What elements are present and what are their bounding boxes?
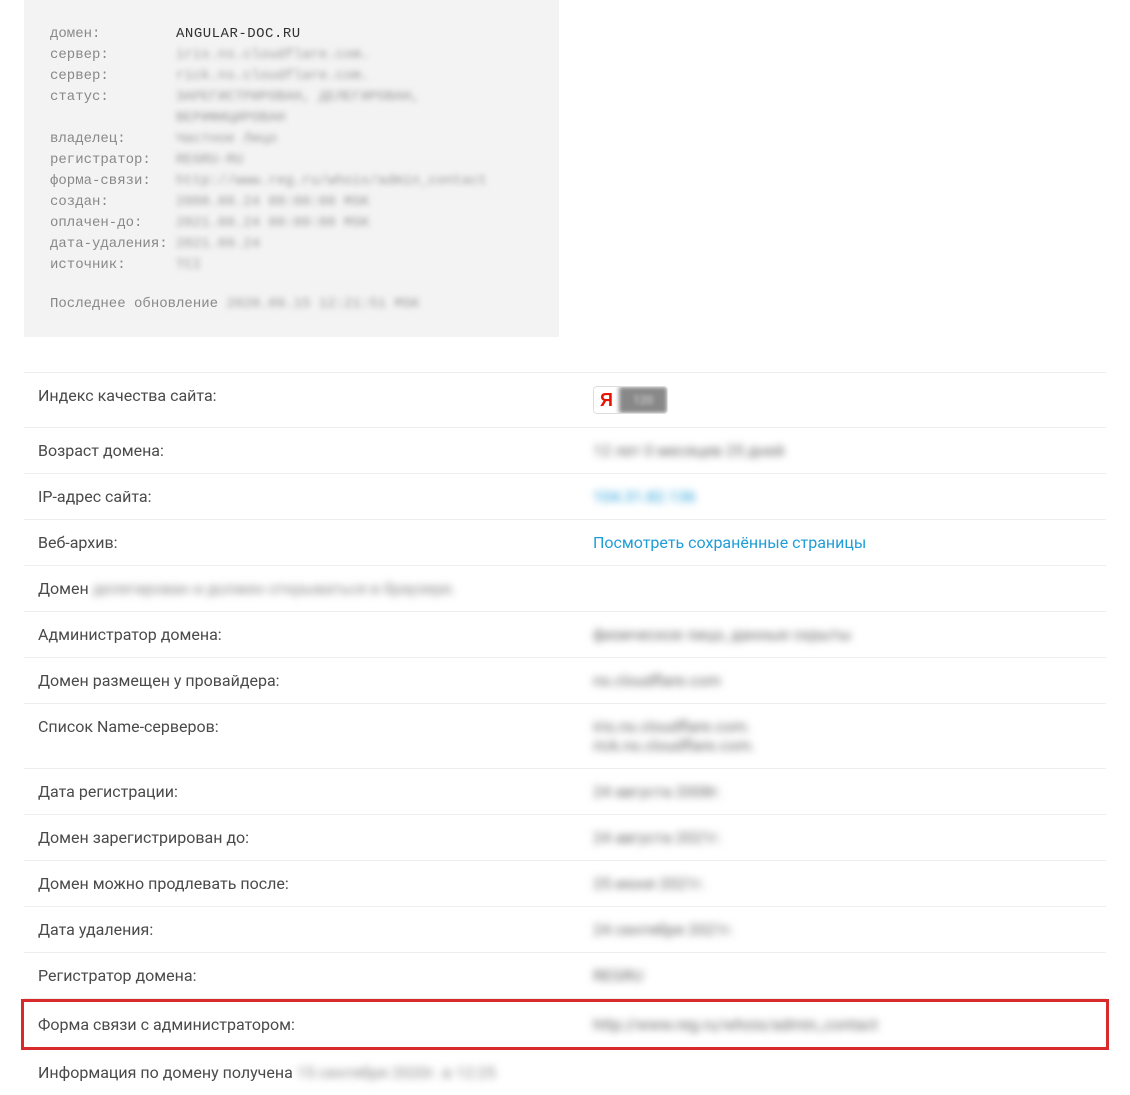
whois-row-label: источник:: [50, 255, 176, 276]
domain-details-table: Индекс качества сайта: Я 120 Возраст дом…: [24, 372, 1106, 1095]
row-registration-date: Дата регистрации: 24 августа 2008г.: [24, 769, 1106, 815]
web-archive-link[interactable]: Посмотреть сохранённые страницы: [593, 533, 866, 552]
whois-rows: домен: ANGULAR-DOC.RUсервер: iris.ns.clo…: [50, 24, 533, 276]
row-delegation-status: Домен делегирован и должен открываться в…: [24, 566, 1106, 612]
whois-row: форма-связи: http://www.reg.ru/whois/adm…: [50, 171, 533, 192]
ns-value-1: iris.ns.cloudflare.com.: [593, 717, 1092, 736]
whois-row-label: сервер:: [50, 45, 176, 66]
yandex-logo-icon: Я: [594, 387, 619, 413]
admin-label: Администратор домена:: [38, 625, 593, 644]
whois-row: статус: ЗАРЕГИСТРИРОВАН, ДЕЛЕГИРОВАН, ВЕ…: [50, 87, 533, 129]
info-value: 15 сентября 2020г. в 12:25: [297, 1063, 496, 1082]
reg-until-label: Домен зарегистрирован до:: [38, 828, 593, 847]
registrar-label: Регистратор домена:: [38, 966, 593, 985]
whois-row-value: rick.ns.cloudflare.com.: [176, 66, 369, 87]
whois-row-label: домен:: [50, 24, 176, 45]
whois-row-label: регистратор:: [50, 150, 176, 171]
delete-value: 24 сентября 2021г.: [593, 920, 1092, 939]
whois-row-value: Частное Лицо: [176, 129, 277, 150]
row-registered-until: Домен зарегистрирован до: 24 августа 202…: [24, 815, 1106, 861]
row-provider: Домен размещен у провайдера: ns.cloudfla…: [24, 658, 1106, 704]
registrar-value: REGRU: [593, 966, 1092, 985]
info-prefix: Информация по домену получена: [38, 1063, 297, 1082]
delegation-value: делегирован и должен открываться в брауз…: [93, 579, 456, 598]
whois-update-label: Последнее обновление: [50, 296, 226, 312]
whois-row-label: сервер:: [50, 66, 176, 87]
whois-row: источник: TCI: [50, 255, 533, 276]
whois-row-value: http://www.reg.ru/whois/admin_contact: [176, 171, 487, 192]
whois-row-value: iris.ns.cloudflare.com.: [176, 45, 369, 66]
row-renew-after: Домен можно продлевать после: 25 июня 20…: [24, 861, 1106, 907]
row-ip-address: IP-адрес сайта: 104.31.82.136: [24, 474, 1106, 520]
row-quality-index: Индекс качества сайта: Я 120: [24, 372, 1106, 428]
quality-index-value: Я 120: [593, 386, 1092, 414]
ip-link[interactable]: 104.31.82.136: [593, 487, 696, 506]
reg-date-value: 24 августа 2008г.: [593, 782, 1092, 801]
row-info-retrieved: Информация по домену получена 15 сентябр…: [24, 1050, 1106, 1095]
whois-update-value: 2020.09.15 12:21:51 MSK: [226, 296, 419, 312]
ip-label: IP-адрес сайта:: [38, 487, 593, 506]
whois-row: владелец: Частное Лицо: [50, 129, 533, 150]
whois-row-value: 2021.09.24: [176, 234, 260, 255]
whois-row-label: дата-удаления:: [50, 234, 176, 255]
delete-label: Дата удаления:: [38, 920, 593, 939]
whois-row-label: статус:: [50, 87, 176, 129]
ns-value-2: rick.ns.cloudflare.com.: [593, 736, 1092, 755]
whois-row-value: TCI: [176, 255, 201, 276]
web-archive-label: Веб-архив:: [38, 533, 593, 552]
contact-value: http://www.reg.ru/whois/admin_contact: [593, 1015, 1092, 1034]
ip-value: 104.31.82.136: [593, 487, 1092, 506]
row-web-archive: Веб-архив: Посмотреть сохранённые страни…: [24, 520, 1106, 566]
domain-age-value: 12 лет 0 месяцев 25 дней: [593, 441, 1092, 460]
delegation-prefix: Домен: [38, 579, 93, 598]
row-registrar: Регистратор домена: REGRU: [24, 953, 1106, 999]
whois-row-label: создан:: [50, 192, 176, 213]
whois-row-label: оплачен-до:: [50, 213, 176, 234]
row-domain-age: Возраст домена: 12 лет 0 месяцев 25 дней: [24, 428, 1106, 474]
whois-row-label: форма-связи:: [50, 171, 176, 192]
yandex-score: 120: [619, 387, 667, 413]
whois-row-value: ЗАРЕГИСТРИРОВАН, ДЕЛЕГИРОВАН, ВЕРИФИЦИРО…: [176, 87, 533, 129]
whois-row: оплачен-до: 2021.08.24 00:00:00 MSK: [50, 213, 533, 234]
ns-values: iris.ns.cloudflare.com. rick.ns.cloudfla…: [593, 717, 1092, 755]
yandex-quality-badge[interactable]: Я 120: [593, 386, 668, 414]
admin-value: физическое лицо, данные скрыты: [593, 625, 1092, 644]
whois-raw-block: домен: ANGULAR-DOC.RUсервер: iris.ns.clo…: [24, 0, 559, 337]
web-archive-value: Посмотреть сохранённые страницы: [593, 533, 1092, 552]
renew-value: 25 июня 2021г.: [593, 874, 1092, 893]
row-contact-form: Форма связи с администратором: http://ww…: [21, 999, 1109, 1050]
provider-label: Домен размещен у провайдера:: [38, 671, 593, 690]
whois-row-label: владелец:: [50, 129, 176, 150]
whois-domain-value: ANGULAR-DOC.RU: [176, 24, 301, 45]
renew-label: Домен можно продлевать после:: [38, 874, 593, 893]
row-domain-admin: Администратор домена: физическое лицо, д…: [24, 612, 1106, 658]
whois-row-value: 2008.08.24 00:00:00 MSK: [176, 192, 369, 213]
whois-row: дата-удаления: 2021.09.24: [50, 234, 533, 255]
ns-label: Список Name-серверов:: [38, 717, 593, 736]
domain-age-label: Возраст домена:: [38, 441, 593, 460]
whois-row: домен: ANGULAR-DOC.RU: [50, 24, 533, 45]
reg-date-label: Дата регистрации:: [38, 782, 593, 801]
whois-row: создан: 2008.08.24 00:00:00 MSK: [50, 192, 533, 213]
reg-until-value: 24 августа 2021г.: [593, 828, 1092, 847]
whois-row-value: 2021.08.24 00:00:00 MSK: [176, 213, 369, 234]
whois-last-update: Последнее обновление 2020.09.15 12:21:51…: [50, 294, 533, 315]
whois-row: регистратор: REGRU-RU: [50, 150, 533, 171]
whois-row-value: REGRU-RU: [176, 150, 243, 171]
quality-index-label: Индекс качества сайта:: [38, 386, 593, 405]
contact-label: Форма связи с администратором:: [38, 1015, 593, 1034]
whois-row: сервер: iris.ns.cloudflare.com.: [50, 45, 533, 66]
whois-row: сервер: rick.ns.cloudflare.com.: [50, 66, 533, 87]
row-delete-date: Дата удаления: 24 сентября 2021г.: [24, 907, 1106, 953]
row-name-servers: Список Name-серверов: iris.ns.cloudflare…: [24, 704, 1106, 769]
provider-value: ns.cloudflare.com: [593, 671, 1092, 690]
